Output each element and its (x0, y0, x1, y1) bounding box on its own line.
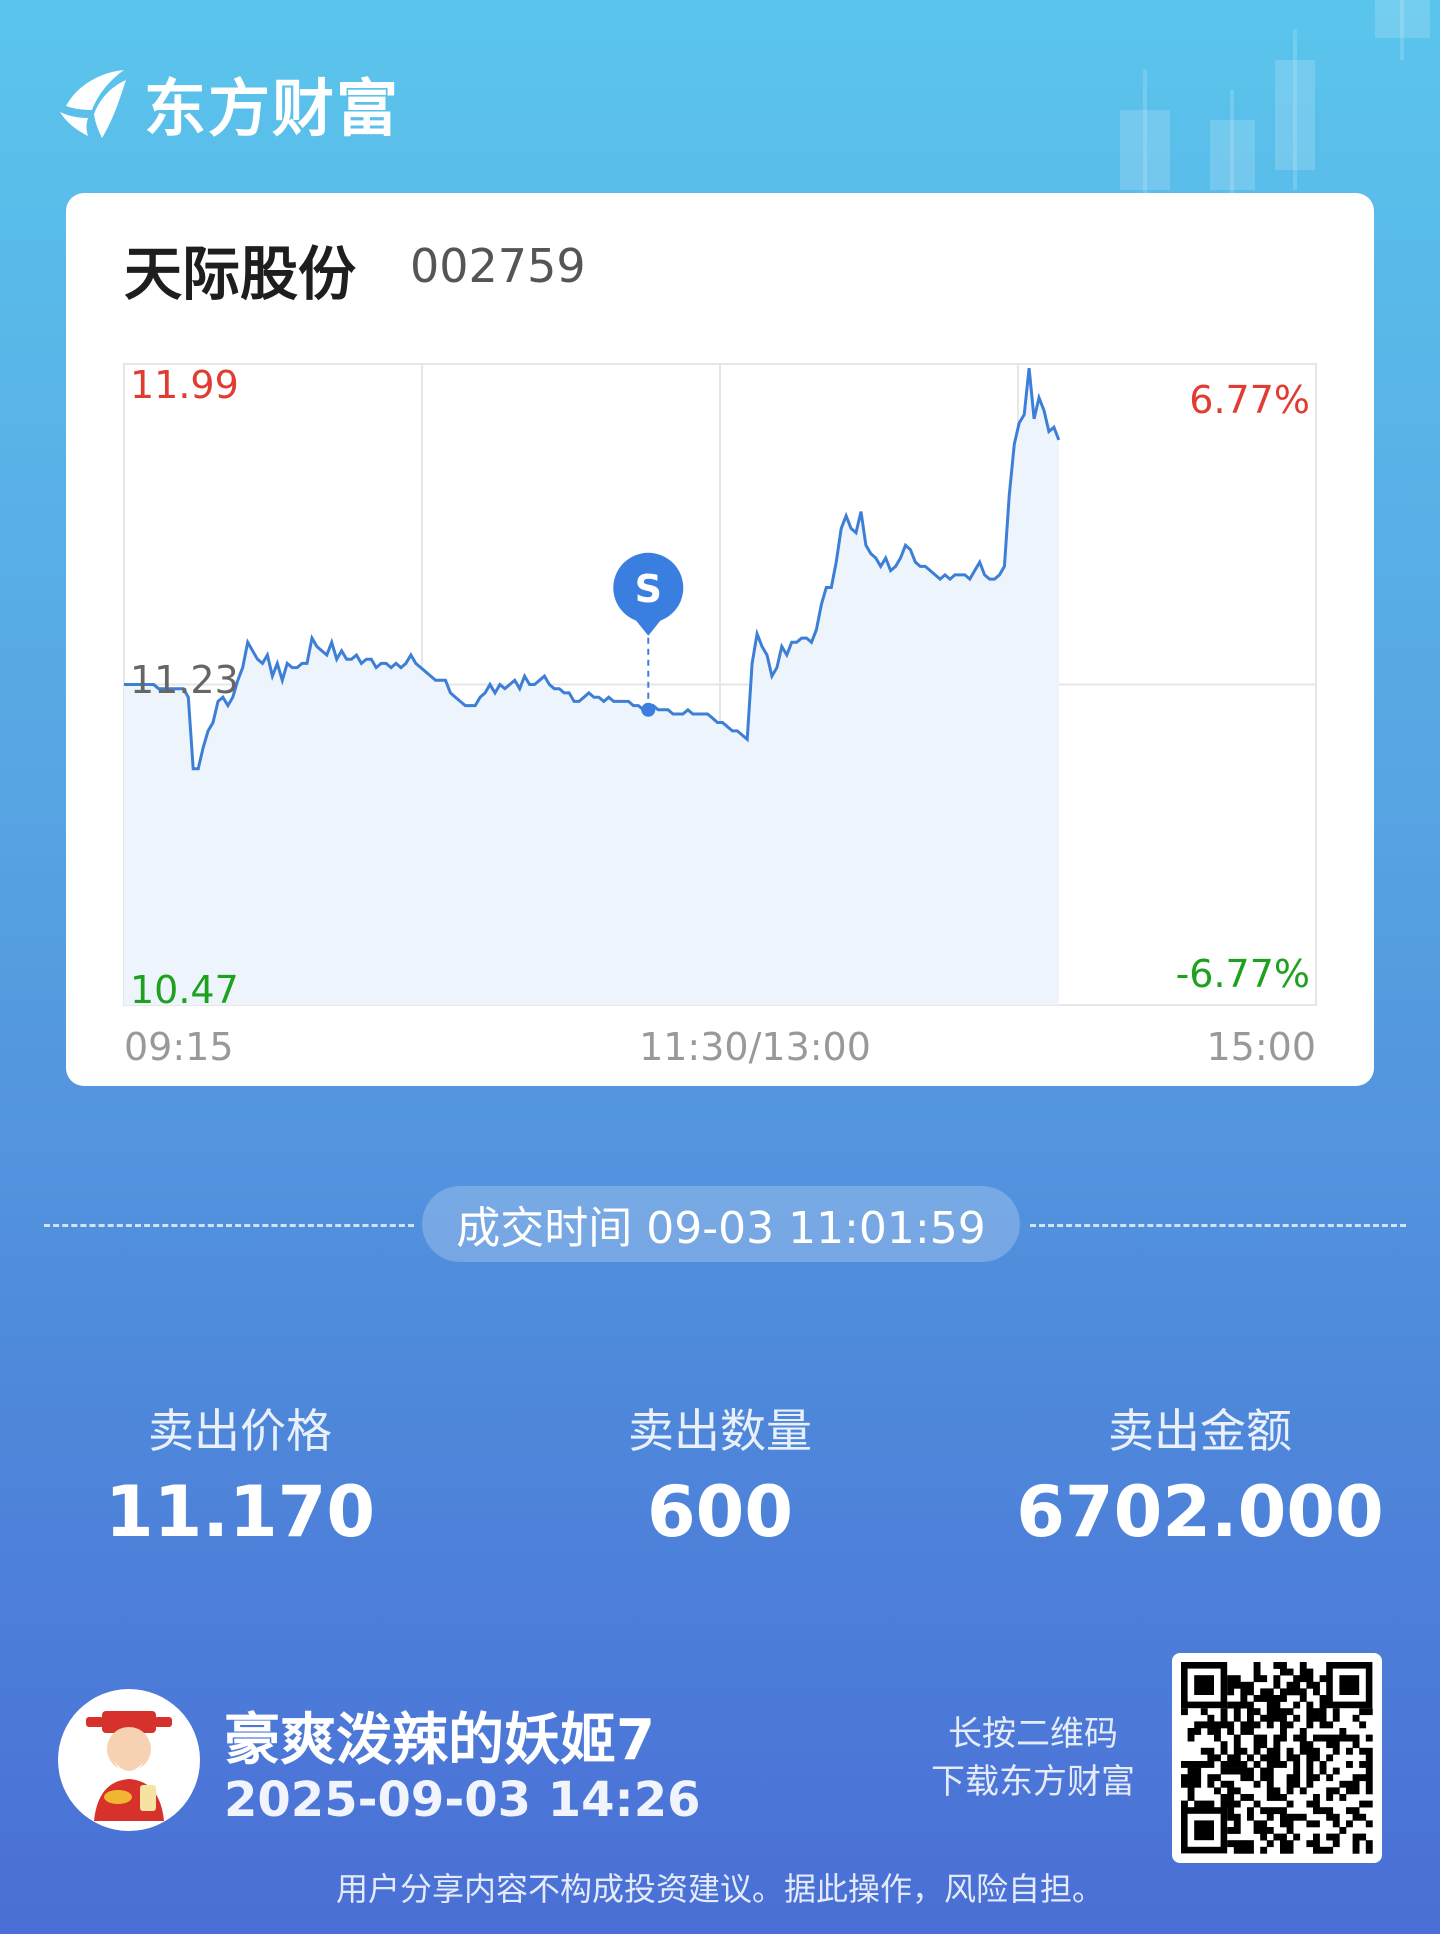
trade-time-pill: 成交时间 09-03 11:01:59 (422, 1186, 1020, 1262)
stock-chart-card: 天际股份 002759 S 11.99 11.23 10.47 6.77% -6… (66, 193, 1374, 1086)
stat-sell-quantity: 卖出数量 600 (480, 1395, 960, 1553)
qr-code-icon[interactable] (1172, 1653, 1382, 1863)
stat-value: 11.170 (104, 1471, 376, 1553)
marker-label: S (635, 567, 662, 611)
eastmoney-logo-icon (60, 70, 126, 138)
qr-hint-line: 下载东方财富 (931, 1762, 1135, 1802)
disclaimer: 用户分享内容不构成投资建议。据此操作，风险自担。 (335, 1870, 1104, 1908)
intraday-chart: S 11.99 11.23 10.47 6.77% -6.77% 09:15 1… (123, 363, 1317, 1069)
stat-label: 卖出数量 (628, 1404, 812, 1458)
app-header: 东方财富 (58, 58, 400, 148)
stat-value: 6702.000 (1016, 1471, 1384, 1553)
share-time: 2025-09-03 14:26 (224, 1772, 701, 1828)
trade-time-divider: 成交时间 09-03 11:01:59 (0, 1186, 1440, 1266)
pct-min-label: -6.77% (1176, 952, 1310, 996)
qr-hint: 长按二维码 下载东方财富 (900, 1710, 1166, 1806)
price-area-fill (124, 368, 1059, 1005)
stat-label: 卖出金额 (1108, 1404, 1292, 1458)
marker-dot (641, 702, 656, 717)
brand-name: 东方财富 (144, 72, 401, 145)
stat-sell-price: 卖出价格 11.170 (0, 1395, 480, 1553)
qr-hint-line: 长按二维码 (948, 1714, 1118, 1754)
stat-value: 600 (646, 1471, 794, 1553)
stat-sell-amount: 卖出金额 6702.000 (960, 1395, 1440, 1553)
dashed-divider-right (1030, 1224, 1406, 1227)
x-tick-label: 11:30/13:00 (639, 1025, 871, 1069)
x-tick-label: 15:00 (1206, 1025, 1316, 1069)
y-mid-label: 11.23 (130, 658, 239, 702)
pct-max-label: 6.77% (1189, 378, 1310, 422)
y-max-label: 11.99 (130, 363, 239, 407)
y-min-label: 10.47 (130, 968, 239, 1012)
stat-label: 卖出价格 (148, 1404, 332, 1458)
x-tick-label: 09:15 (124, 1025, 234, 1069)
user-name: 豪爽泼辣的妖姬7 (224, 1708, 655, 1773)
dashed-divider-left (44, 1224, 414, 1227)
caishen-avatar-icon[interactable] (58, 1689, 200, 1831)
